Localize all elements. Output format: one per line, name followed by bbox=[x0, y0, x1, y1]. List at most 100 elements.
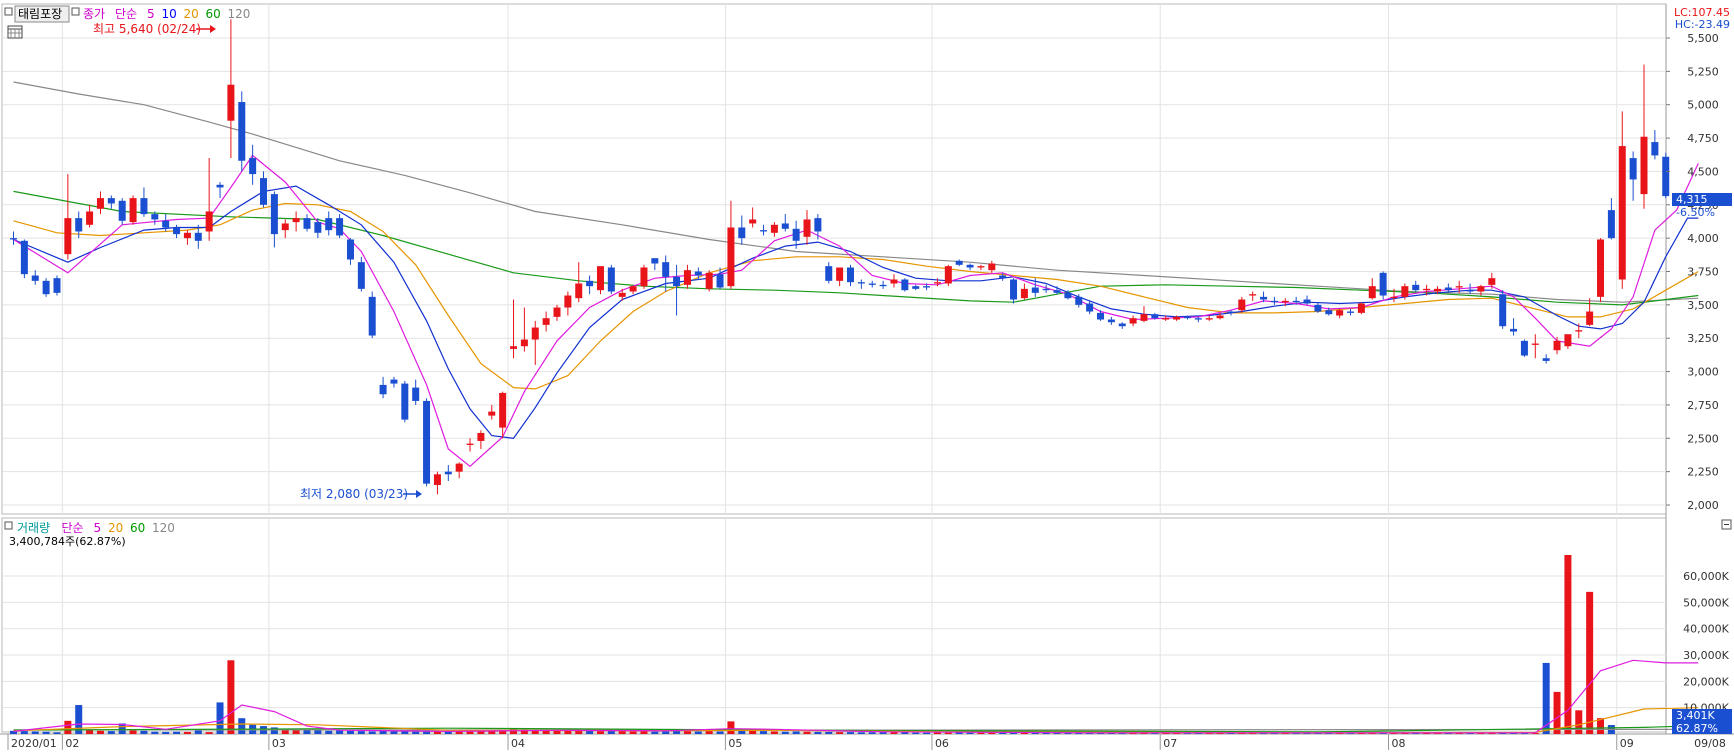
candle-body bbox=[466, 443, 474, 445]
candle-body bbox=[1412, 284, 1420, 291]
current-price-value: 4,315 bbox=[1676, 193, 1708, 206]
candle-body bbox=[1651, 142, 1659, 156]
candle-body bbox=[1499, 294, 1507, 327]
candle-body bbox=[31, 275, 39, 281]
candle-body bbox=[401, 383, 409, 420]
candle bbox=[901, 278, 909, 292]
candle-body bbox=[694, 271, 702, 276]
candle-body bbox=[1444, 287, 1452, 291]
candle-body bbox=[357, 262, 365, 289]
candle-body bbox=[683, 270, 691, 285]
candle-body bbox=[499, 392, 507, 428]
candle-body bbox=[1086, 303, 1094, 312]
candle-body bbox=[292, 218, 300, 223]
candle-body bbox=[260, 178, 268, 205]
legend-item: 60 bbox=[130, 521, 145, 535]
volume-legend: 거래량 단순 5 20 60 120 bbox=[17, 521, 175, 535]
candle-body bbox=[129, 198, 137, 223]
price-tick-label: 5,250 bbox=[1687, 65, 1719, 78]
stock-chart[interactable]: 태림포장 종가 단순 5 10 20 60 120 LC:107.45 HC:-23.49 … bbox=[0, 0, 1734, 752]
candle-body bbox=[531, 327, 539, 340]
date-label: 08 bbox=[1391, 737, 1405, 750]
candle-body bbox=[933, 282, 941, 284]
candle-body bbox=[86, 211, 94, 225]
candle bbox=[944, 264, 952, 287]
candle-body bbox=[270, 194, 278, 235]
candle-body bbox=[53, 278, 61, 293]
candle-body bbox=[1151, 314, 1159, 319]
candle-body bbox=[705, 272, 713, 289]
legend-item: 120 bbox=[152, 521, 175, 535]
candle-body bbox=[1368, 286, 1376, 299]
candle-body bbox=[1586, 311, 1594, 325]
candle-body bbox=[183, 232, 191, 239]
candle-body bbox=[1129, 318, 1137, 324]
volume-bar bbox=[194, 730, 202, 734]
candle-body bbox=[1347, 311, 1355, 313]
current-price-change: -6.50% bbox=[1676, 206, 1715, 219]
volume-bar bbox=[86, 730, 94, 734]
volume-bar bbox=[901, 732, 909, 734]
volume-bar bbox=[694, 731, 702, 734]
candle-body bbox=[553, 307, 561, 317]
volume-bar bbox=[890, 732, 898, 734]
candle-body bbox=[1433, 288, 1441, 292]
volume-bar bbox=[53, 732, 61, 734]
candle-body bbox=[738, 227, 746, 239]
legend-toggle-icon[interactable] bbox=[71, 7, 80, 16]
candle-body bbox=[1216, 315, 1224, 319]
candle-body bbox=[1020, 288, 1028, 299]
candle-body bbox=[205, 211, 213, 232]
candle-body bbox=[1053, 290, 1061, 293]
price-tick-label: 2,000 bbox=[1687, 499, 1719, 512]
candle-body bbox=[96, 198, 104, 209]
candle-body bbox=[1607, 210, 1615, 239]
candle-body bbox=[1292, 300, 1300, 303]
volume-bar bbox=[346, 730, 354, 734]
candle-body bbox=[314, 222, 322, 233]
volume-panel-toggle-icon[interactable] bbox=[4, 521, 13, 530]
candle bbox=[1499, 290, 1507, 329]
candle-body bbox=[1260, 296, 1268, 300]
candle-body bbox=[944, 266, 952, 284]
volume-bar bbox=[912, 732, 920, 734]
candle-body bbox=[1510, 328, 1518, 332]
price-tick-label: 4,000 bbox=[1687, 232, 1719, 245]
candle-body bbox=[227, 84, 235, 121]
price-tick-label: 3,750 bbox=[1687, 266, 1719, 279]
volume-bar bbox=[629, 731, 637, 734]
candle-body bbox=[368, 296, 376, 336]
candle-body bbox=[1042, 288, 1050, 291]
candle bbox=[1520, 339, 1528, 357]
date-label: 09 bbox=[1620, 737, 1634, 750]
candle-body bbox=[118, 200, 126, 221]
candle-body bbox=[1336, 310, 1344, 316]
candle-body bbox=[846, 267, 854, 283]
date-label: 07 bbox=[1163, 737, 1177, 750]
candle-body bbox=[1466, 290, 1474, 292]
candle-body bbox=[836, 267, 844, 281]
candle bbox=[640, 264, 648, 289]
candle-body bbox=[216, 184, 224, 188]
volume-bar bbox=[292, 730, 300, 734]
candle-body bbox=[1542, 358, 1550, 361]
volume-bar bbox=[618, 731, 626, 734]
volume-bar bbox=[183, 731, 191, 734]
volume-bar bbox=[1020, 732, 1028, 734]
candle-body bbox=[792, 228, 800, 241]
candle-body bbox=[1064, 292, 1072, 299]
candle-body bbox=[238, 102, 246, 161]
candle-body bbox=[162, 220, 170, 228]
candle-body bbox=[901, 279, 909, 291]
volume-bar bbox=[64, 720, 72, 734]
price-tick-label: 5,000 bbox=[1687, 99, 1719, 112]
volume-bar bbox=[20, 731, 28, 734]
candle bbox=[368, 291, 376, 339]
candle-body bbox=[651, 258, 659, 264]
candle-body bbox=[988, 263, 996, 271]
volume-bar bbox=[596, 731, 604, 734]
calendar-icon[interactable] bbox=[7, 25, 23, 39]
volume-bar bbox=[836, 732, 844, 734]
panel-toggle-icon[interactable] bbox=[4, 7, 13, 16]
candle-body bbox=[1314, 304, 1322, 312]
